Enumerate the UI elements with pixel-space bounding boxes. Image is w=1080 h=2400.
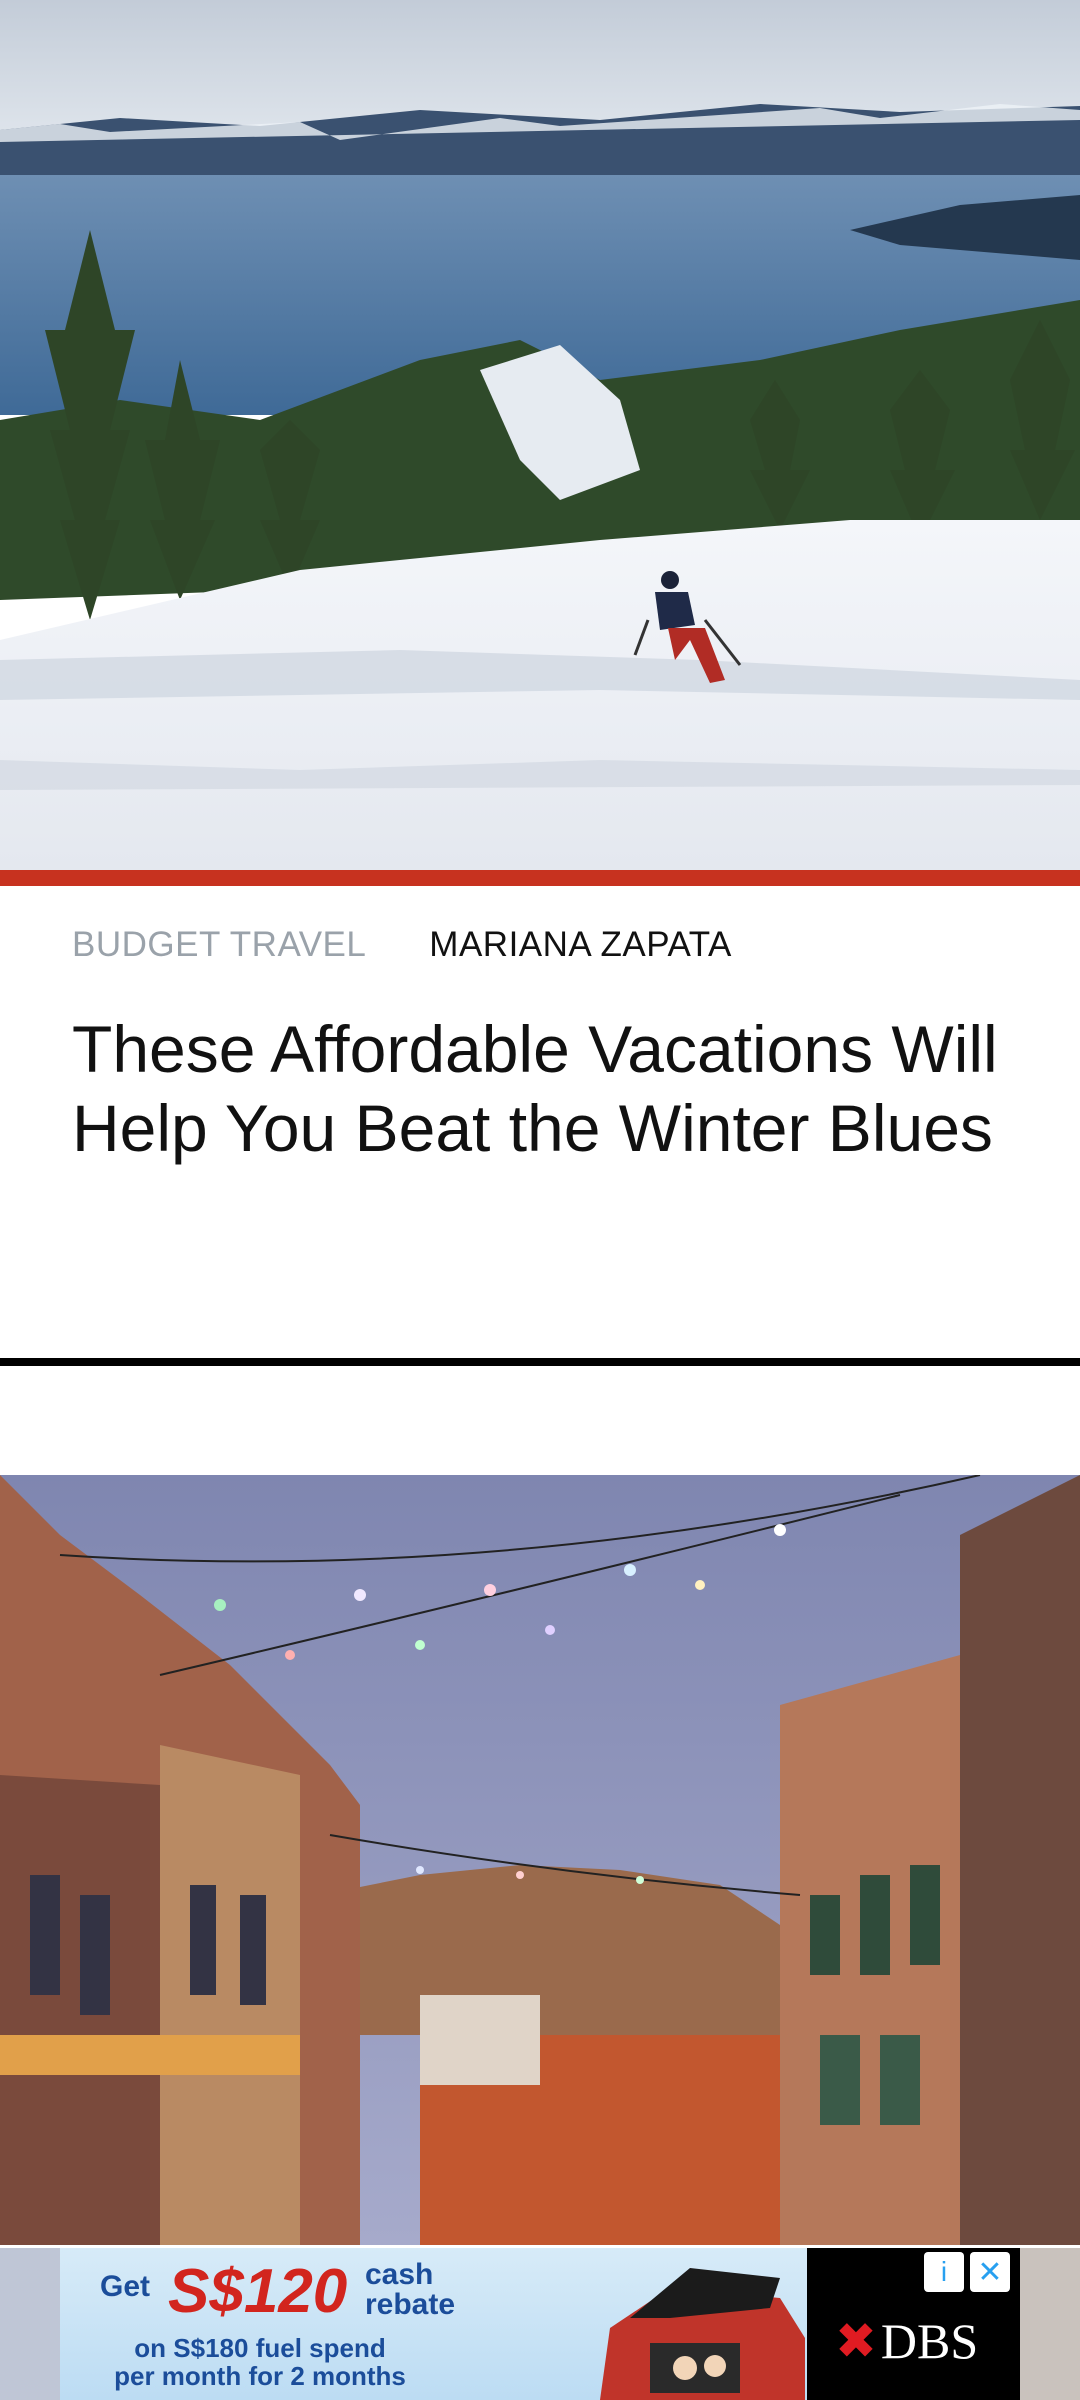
hero-image-skier[interactable] (0, 0, 1080, 870)
car-trunk-image (600, 2268, 805, 2400)
section-divider (0, 1358, 1080, 1366)
ad-get-text: Get (100, 2270, 151, 2303)
ad-cash-rebate: cash rebate (365, 2260, 485, 2320)
dbs-logo: ✖DBS (835, 2313, 979, 2369)
ad-subtext: on S$180 fuel spend per month for 2 mont… (110, 2334, 410, 2390)
ad-side-right (1020, 2248, 1080, 2400)
article-meta: BUDGET TRAVEL MARIANA ZAPATA (72, 925, 732, 965)
ad-amount: S$120 (168, 2257, 348, 2326)
category-link[interactable]: BUDGET TRAVEL (72, 925, 365, 964)
article-image-street[interactable] (0, 1475, 1080, 2245)
ad-sub-line1: on S$180 fuel spend (134, 2333, 386, 2363)
ad-brand-text: DBS (880, 2313, 979, 2369)
ad-side-left (0, 2248, 60, 2400)
ad-sub-line2: per month for 2 months (114, 2361, 406, 2391)
article-title[interactable]: These Affordable Vacations Will Help You… (72, 1010, 1012, 1168)
ad-info-icon[interactable]: i (924, 2252, 964, 2292)
ad-cash-line2: rebate (365, 2288, 456, 2321)
ad-banner[interactable]: Get S$120 cash rebate on S$180 fuel spen… (60, 2248, 1020, 2400)
ad-cash-line1: cash (365, 2258, 434, 2291)
ad-close-icon[interactable]: ✕ (970, 2252, 1010, 2292)
accent-divider (0, 870, 1080, 886)
author-link[interactable]: MARIANA ZAPATA (429, 925, 732, 964)
